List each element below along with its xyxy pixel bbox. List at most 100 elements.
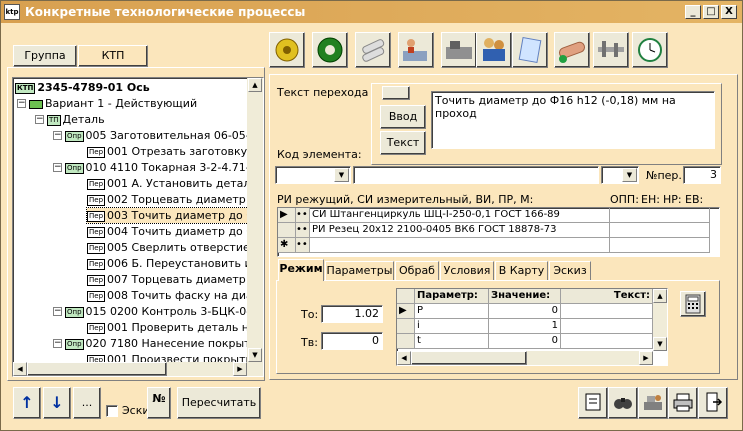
value-cell[interactable]: 0 (489, 304, 561, 319)
tree-item[interactable]: Пер 008 Точить фаску на диам (87, 288, 261, 303)
binoculars-icon[interactable] (608, 387, 638, 419)
row-selector[interactable]: ▶ (397, 304, 415, 319)
collapse-icon[interactable]: − (53, 307, 62, 316)
process-tree[interactable]: КТП 2345-4789-01 Ось − Вариант 1 - Действ… (12, 77, 264, 377)
recalculate-button[interactable]: Пересчитать (177, 387, 261, 419)
tree-item[interactable]: Пер 006 Б. Переустановить и з (87, 256, 261, 271)
clock-icon[interactable] (632, 32, 668, 68)
tree-item[interactable]: Пер 001 А. Установить деталь (87, 176, 257, 191)
param-col-header[interactable]: Параметр: (415, 289, 489, 304)
tree-root[interactable]: КТП 2345-4789-01 Ось (15, 80, 150, 95)
row-selector[interactable] (397, 319, 415, 334)
worker-machine-icon[interactable] (398, 32, 434, 68)
tree-item-selected[interactable]: Пер 003 Точить диаметр до Ф (86, 207, 257, 224)
nper-field[interactable]: 3 (683, 166, 721, 184)
scroll-left-icon[interactable]: ◀ (13, 362, 27, 376)
title-bar[interactable]: ktp Конкретные технологические процессы … (1, 1, 742, 23)
params-vscrollbar[interactable]: ▲ ▼ (653, 289, 667, 351)
tab-conditions[interactable]: Условия (440, 261, 494, 281)
calculator-icon[interactable] (680, 291, 706, 317)
row-selector[interactable] (278, 223, 296, 238)
tree-hscrollbar[interactable]: ◀ ▶ (13, 362, 247, 376)
scroll-down-icon[interactable]: ▼ (248, 348, 262, 362)
param-cell[interactable]: t (415, 334, 489, 349)
sketch-checkbox[interactable] (106, 405, 118, 417)
tree-item[interactable]: Пер 001 Отрезать заготовку Ф (87, 144, 260, 159)
tool-extra-cell[interactable] (610, 238, 710, 253)
collapse-icon[interactable]: − (53, 131, 62, 140)
element-code-dropdown[interactable]: ▼ (275, 166, 351, 184)
number-button[interactable]: № (147, 387, 171, 419)
minimize-button[interactable]: _ (685, 5, 701, 19)
tree-vscrollbar[interactable]: ▲ ▼ (247, 78, 263, 376)
params-grid[interactable]: Параметр: Значение: Текст: ▶ P 0 i 1 t 0… (396, 288, 668, 366)
element-dropdown[interactable]: ▼ (601, 166, 639, 184)
text-cell[interactable] (561, 304, 653, 319)
tv-field[interactable]: 0 (321, 332, 383, 350)
move-down-button[interactable]: ↓ (43, 387, 71, 419)
param-cell[interactable]: P (415, 304, 489, 319)
tab-sketch[interactable]: Эскиз (549, 261, 591, 281)
text-col-header[interactable]: Текст: (561, 289, 653, 304)
tab-parameters[interactable]: Параметры (325, 261, 394, 281)
scroll-thumb[interactable] (27, 362, 167, 376)
tab-processing[interactable]: Обраб (395, 261, 439, 281)
rollers-icon[interactable] (355, 32, 391, 68)
close-button[interactable]: X (721, 5, 737, 19)
transition-text-input[interactable]: Точить диаметр до Ф16 h12 (-0,18) мм на … (431, 91, 715, 149)
element-code-field[interactable] (353, 166, 599, 184)
tree-item[interactable]: Пер 007 Торцевать диаметр с (87, 272, 255, 287)
more-button[interactable]: ... (73, 387, 101, 419)
workers-icon[interactable] (476, 32, 512, 68)
value-col-header[interactable]: Значение: (489, 289, 561, 304)
text-cell[interactable] (561, 319, 653, 334)
tool-name-cell[interactable] (310, 238, 610, 253)
tree-item[interactable]: Вариант 1 - Действующий (29, 96, 197, 111)
tool-extra-cell[interactable] (610, 208, 710, 223)
papers-icon[interactable] (512, 32, 548, 68)
value-cell[interactable]: 0 (489, 334, 561, 349)
text-button[interactable]: Текст (380, 131, 426, 155)
chevron-down-icon[interactable]: ▼ (622, 168, 637, 182)
tree-item[interactable]: Опр 015 0200 Контроль 3-БЦК-0-0 (65, 304, 257, 319)
input-button[interactable]: Ввод (380, 105, 426, 129)
tree-item[interactable]: ТП Деталь (47, 112, 105, 127)
pipe-icon[interactable] (554, 32, 590, 68)
collapse-icon[interactable]: − (17, 99, 26, 108)
tab-group[interactable]: Группа (13, 45, 77, 67)
printer-icon[interactable] (668, 387, 698, 419)
row-selector[interactable]: ▶ (278, 208, 296, 223)
scroll-right-icon[interactable]: ▶ (233, 362, 247, 376)
machine-icon[interactable] (638, 387, 668, 419)
tool-extra-cell[interactable] (610, 223, 710, 238)
collapse-icon[interactable]: − (53, 163, 62, 172)
tab-to-card[interactable]: В Карту (495, 261, 548, 281)
machine-tool-icon[interactable] (441, 32, 477, 68)
scroll-up-icon[interactable]: ▲ (248, 78, 262, 92)
maximize-button[interactable]: □ (703, 5, 719, 19)
move-up-button[interactable]: ↑ (13, 387, 41, 419)
row-menu-button[interactable]: ••• (296, 238, 310, 253)
collapse-icon[interactable]: − (53, 339, 62, 348)
tree-item[interactable]: Пер 004 Точить диаметр до Ф (87, 224, 256, 239)
tree-item[interactable]: Опр 010 4110 Токарная 3-2-4.71-0 (65, 160, 257, 175)
gear-green-icon[interactable] (312, 32, 348, 68)
scroll-up-icon[interactable]: ▲ (653, 289, 667, 303)
param-cell[interactable]: i (415, 319, 489, 334)
tools-grid[interactable]: ▶ ••• СИ Штангенциркуль ШЦ-I-250-0,1 ГОС… (277, 207, 720, 257)
tree-item[interactable]: Пер 005 Сверлить отверстие д (87, 240, 261, 255)
row-menu-button[interactable]: ••• (296, 223, 310, 238)
tree-item[interactable]: Опр 005 Заготовительная 06-05-3. (65, 128, 260, 143)
tab-mode[interactable]: Режим (278, 259, 324, 281)
row-selector[interactable] (397, 334, 415, 349)
tree-item[interactable]: Пер 002 Торцевать диаметр с (87, 192, 255, 207)
value-cell[interactable]: 1 (489, 319, 561, 334)
scroll-left-icon[interactable]: ◀ (397, 351, 411, 365)
to-field[interactable]: 1.02 (321, 305, 383, 323)
gear-gold-icon[interactable] (269, 32, 305, 68)
collapse-icon[interactable]: − (35, 115, 44, 124)
tool-name-cell[interactable]: СИ Штангенциркуль ШЦ-I-250-0,1 ГОСТ 166-… (310, 208, 610, 223)
exit-icon[interactable] (698, 387, 728, 419)
scroll-thumb[interactable] (411, 351, 527, 365)
edit-icon[interactable] (578, 387, 608, 419)
